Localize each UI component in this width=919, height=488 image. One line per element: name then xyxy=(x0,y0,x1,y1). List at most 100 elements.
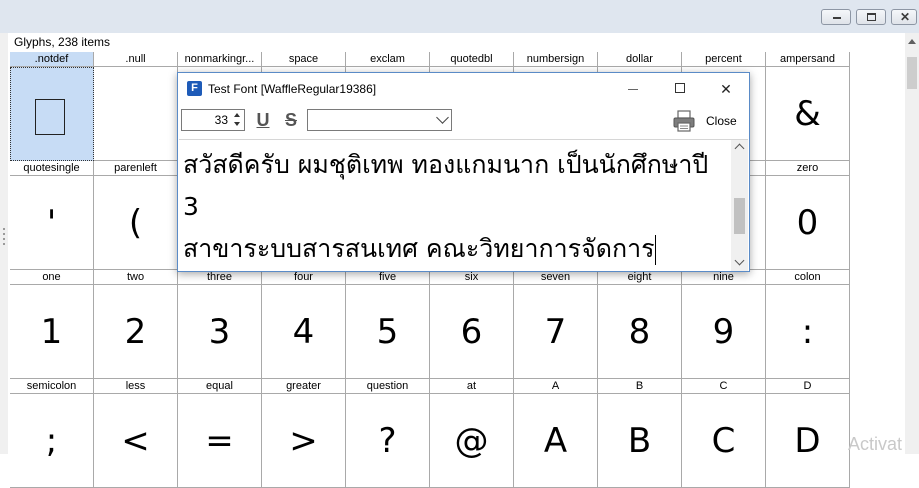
glyph-name: colon xyxy=(766,270,850,285)
glyph-preview: < xyxy=(94,394,178,488)
splitter-grip-dot xyxy=(3,233,5,235)
glyph-name: two xyxy=(94,270,178,285)
test-text[interactable]: สวัสดีครับ ผมชุติเทพ ทองแกมนาก เป็นนักศึ… xyxy=(183,144,723,270)
glyph-name: less xyxy=(94,379,178,394)
glyph-cell[interactable]: equal = xyxy=(178,379,262,488)
glyph-name: space xyxy=(262,52,346,67)
test-text-area[interactable]: สวัสดีครับ ผมชุติเทพ ทองแกมนาก เป็นนักศึ… xyxy=(179,139,748,271)
glyph-preview: 6 xyxy=(430,285,514,379)
glyph-name: C xyxy=(682,379,766,394)
scrollbar-thumb[interactable] xyxy=(734,198,745,234)
spin-down-button[interactable] xyxy=(231,120,243,129)
scrollbar-thumb[interactable] xyxy=(907,57,917,89)
splitter-grip-dot xyxy=(3,243,5,245)
glyph-cell[interactable]: colon: xyxy=(766,270,850,379)
glyph-name: exclam xyxy=(346,52,430,67)
glyph-cell[interactable]: .null xyxy=(94,52,178,161)
glyph-cell[interactable]: five 5 xyxy=(346,270,430,379)
dialog-toolbar: 33 U S Close xyxy=(178,105,749,138)
close-icon: ✕ xyxy=(720,81,732,97)
restore-button[interactable] xyxy=(856,9,886,25)
glyph-name: percent xyxy=(682,52,766,67)
glyph-name: greater xyxy=(262,379,346,394)
glyph-preview: 8 xyxy=(598,285,682,379)
glyph-cell[interactable]: greater > xyxy=(262,379,346,488)
font-size-value[interactable]: 33 xyxy=(188,112,228,128)
glyph-cell[interactable]: eight 8 xyxy=(598,270,682,379)
glyph-preview: 4 xyxy=(262,285,346,379)
glyph-name: semicolon xyxy=(10,379,94,394)
scroll-up-arrow-icon[interactable] xyxy=(908,39,916,44)
dialog-close-button[interactable]: Close xyxy=(706,113,737,129)
glyph-cell[interactable]: one 1 xyxy=(10,270,94,379)
minimize-icon xyxy=(833,17,841,19)
glyph-cell[interactable]: semicolon; xyxy=(10,379,94,488)
glyphs-panel-header: Glyphs, 238 items xyxy=(10,33,905,52)
glyph-cell[interactable]: at @ xyxy=(430,379,514,488)
glyph-cell[interactable]: DD xyxy=(766,379,850,488)
glyph-cell[interactable]: seven 7 xyxy=(514,270,598,379)
glyph-cell[interactable]: nine 9 xyxy=(682,270,766,379)
glyph-cell[interactable]: less < xyxy=(94,379,178,488)
glyph-preview: 1 xyxy=(10,285,94,379)
splitter-handle[interactable] xyxy=(0,33,8,454)
chevron-up-icon[interactable] xyxy=(734,143,745,154)
glyph-cell[interactable]: parenleft( xyxy=(94,161,178,270)
glyph-grid-scrollbar[interactable] xyxy=(905,33,919,454)
glyph-name: B xyxy=(598,379,682,394)
glyph-cell[interactable]: six 6 xyxy=(430,270,514,379)
chevron-down-icon xyxy=(436,111,449,124)
glyph-preview: 3 xyxy=(178,285,262,379)
glyph-preview: ? xyxy=(346,394,430,488)
glyph-preview: ' xyxy=(10,176,94,270)
glyph-cell[interactable]: three 3 xyxy=(178,270,262,379)
glyph-name: three xyxy=(178,270,262,285)
glyph-preview: ; xyxy=(10,394,94,488)
glyph-cell[interactable]: zero 0 xyxy=(766,161,850,270)
glyph-name: zero xyxy=(766,161,850,176)
glyph-cell[interactable]: question? xyxy=(346,379,430,488)
glyph-name: question xyxy=(346,379,430,394)
glyph-preview: D xyxy=(766,394,850,488)
glyph-cell[interactable]: ampersand & xyxy=(766,52,850,161)
glyph-name: five xyxy=(346,270,430,285)
glyph-name: dollar xyxy=(598,52,682,67)
glyph-cell[interactable]: AA xyxy=(514,379,598,488)
glyph-name: eight xyxy=(598,270,682,285)
dialog-title: Test Font [WaffleRegular19386] xyxy=(208,82,377,96)
glyph-name: quotesingle xyxy=(10,161,94,176)
glyph-name: A xyxy=(514,379,598,394)
minimize-button[interactable] xyxy=(821,9,851,25)
printer-icon[interactable] xyxy=(672,109,696,133)
close-icon: ✕ xyxy=(900,10,911,24)
chevron-down-icon[interactable] xyxy=(734,255,745,266)
maximize-icon xyxy=(675,83,685,93)
close-button[interactable]: ✕ xyxy=(891,9,917,25)
glyph-name: nonmarkingr... xyxy=(178,52,262,67)
text-area-scrollbar[interactable] xyxy=(731,140,748,271)
text-caret xyxy=(654,235,656,265)
strikeout-button[interactable]: S xyxy=(282,110,300,130)
glyph-name: quotedbl xyxy=(430,52,514,67)
glyph-cell[interactable]: CC xyxy=(682,379,766,488)
glyph-name: equal xyxy=(178,379,262,394)
glyph-preview: > xyxy=(262,394,346,488)
text-sample-dropdown[interactable] xyxy=(307,109,452,131)
glyph-cell[interactable]: two 2 xyxy=(94,270,178,379)
glyph-preview: = xyxy=(178,394,262,488)
glyph-cell[interactable]: quotesingle ' xyxy=(10,161,94,270)
font-size-spinner[interactable]: 33 xyxy=(181,109,245,131)
glyph-preview: 0 xyxy=(766,176,850,270)
glyph-preview: 5 xyxy=(346,285,430,379)
underline-button[interactable]: U xyxy=(254,110,272,130)
glyph-name: ampersand xyxy=(766,52,850,67)
spin-up-button[interactable] xyxy=(231,111,243,120)
restore-icon xyxy=(867,13,876,21)
glyph-cell[interactable]: four 4 xyxy=(262,270,346,379)
glyph-name: .notdef xyxy=(10,52,94,67)
glyph-cell[interactable]: .notdef xyxy=(10,52,94,161)
glyph-preview xyxy=(94,67,178,161)
dialog-close-x-button[interactable]: ✕ xyxy=(716,80,736,98)
activation-watermark: Activat xyxy=(848,434,903,454)
glyph-cell[interactable]: BB xyxy=(598,379,682,488)
